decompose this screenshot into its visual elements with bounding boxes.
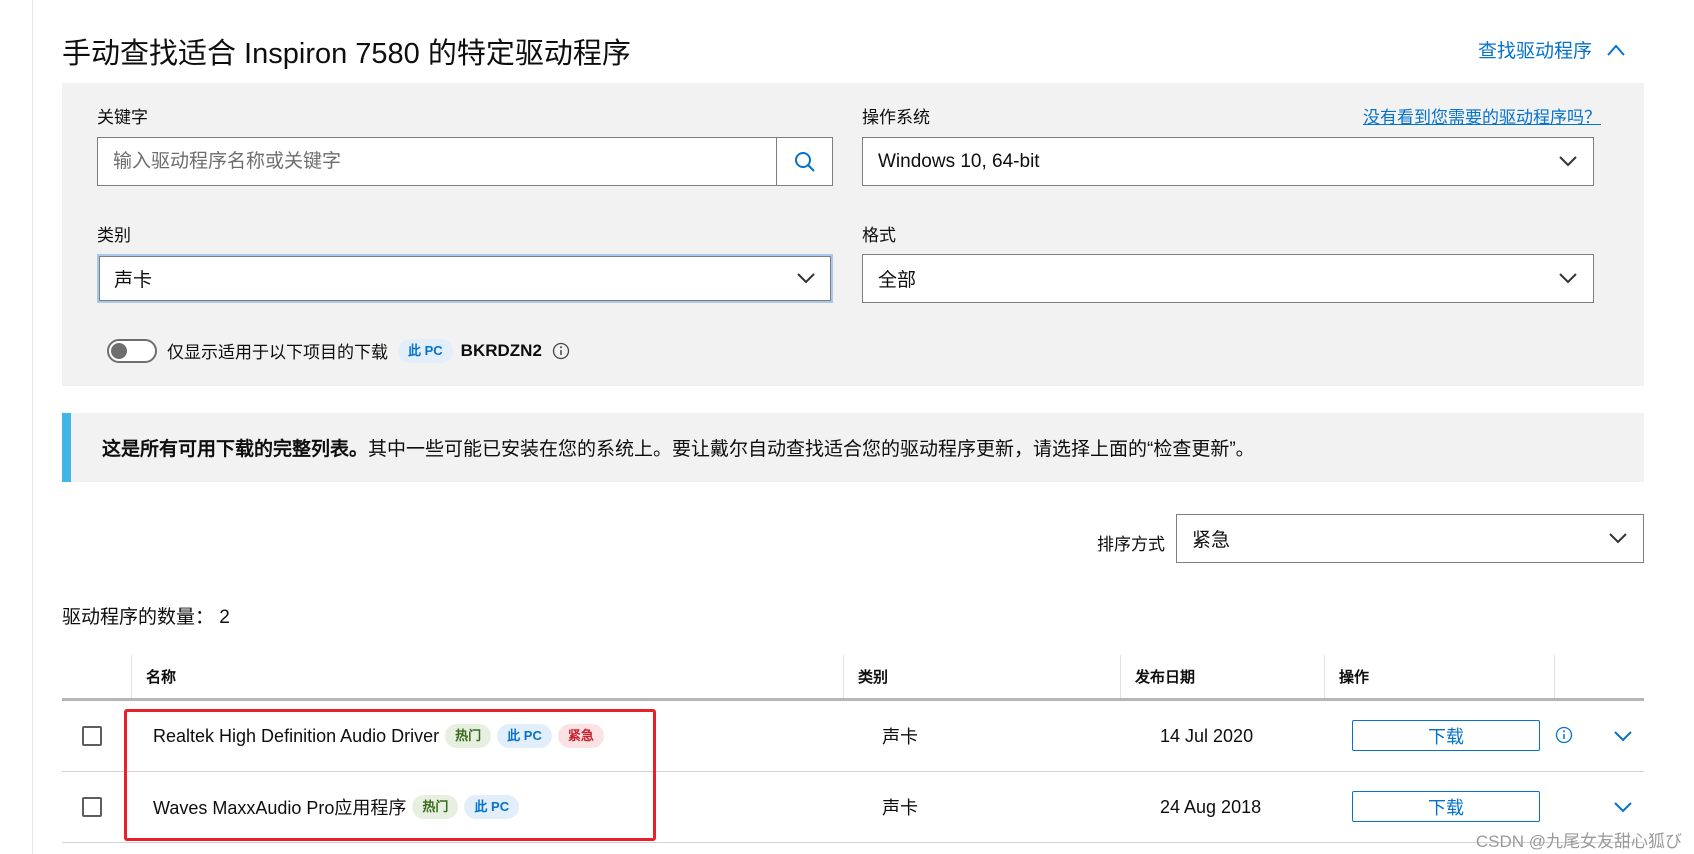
sort-select-value: 紧急 (1192, 530, 1231, 551)
red-highlight-annotation (124, 709, 656, 841)
driver-release-date: 24 Aug 2018 (1160, 796, 1262, 817)
sort-label: 排序方式 (1097, 535, 1165, 554)
table-header: 名称 类别 发布日期 操作 (62, 655, 1644, 701)
expand-row-chevron-icon[interactable] (1614, 731, 1632, 742)
column-header-release-date[interactable]: 发布日期 (1120, 655, 1324, 698)
sort-select[interactable]: 紧急 (1176, 514, 1644, 563)
page-left-border (32, 0, 33, 854)
toggle-label: 仅显示适用于以下项目的下载 (167, 343, 388, 362)
category-select-value: 声卡 (114, 270, 153, 291)
search-button[interactable] (776, 138, 832, 185)
driver-count: 驱动程序的数量： 2 (62, 607, 230, 628)
missing-driver-help-link[interactable]: 没有看到您需要的驱动程序吗？ (1363, 103, 1601, 128)
service-tag: BKRDZN2 (460, 340, 542, 360)
driver-release-date: 14 Jul 2020 (1160, 725, 1254, 746)
chevron-down-icon (1559, 273, 1577, 284)
row-checkbox[interactable] (82, 797, 102, 817)
driver-category: 声卡 (882, 798, 918, 818)
os-select-value: Windows 10, 64-bit (878, 150, 1040, 172)
download-button[interactable]: 下载 (1352, 720, 1540, 751)
column-header-action: 操作 (1324, 655, 1554, 698)
format-select[interactable]: 全部 (862, 254, 1594, 303)
expand-row-chevron-icon[interactable] (1614, 802, 1632, 813)
format-select-value: 全部 (878, 270, 917, 291)
os-select[interactable]: Windows 10, 64-bit (862, 137, 1594, 186)
download-button[interactable]: 下载 (1352, 791, 1540, 822)
chevron-down-icon (797, 273, 815, 284)
keyword-label: 关键字 (97, 108, 148, 127)
page-title: 手动查找适合 Inspiron 7580 的特定驱动程序 (62, 38, 631, 70)
driver-category: 声卡 (882, 727, 918, 747)
os-label: 操作系统 (862, 108, 930, 127)
category-select[interactable]: 声卡 (97, 254, 833, 303)
watermark: CSDN @九尾女友甜心狐び (1475, 832, 1682, 851)
category-label: 类别 (97, 226, 131, 245)
find-drivers-toggle-link[interactable]: 查找驱动程序 (1478, 36, 1626, 63)
format-label: 格式 (862, 226, 896, 245)
this-pc-only-toggle[interactable] (107, 338, 157, 363)
column-header-expand (1554, 655, 1644, 698)
chevron-up-icon (1607, 43, 1625, 56)
this-pc-filter-row: 仅显示适用于以下项目的下载 此 PC BKRDZN2 (107, 338, 570, 363)
notice-bold-text: 这是所有可用下载的完整列表。 (102, 439, 369, 460)
info-icon[interactable] (552, 342, 570, 360)
column-header-name[interactable]: 名称 (131, 655, 843, 698)
this-pc-badge: 此 PC (398, 338, 453, 363)
info-notice-banner: 这是所有可用下载的完整列表。 其中一些可能已安装在您的系统上。要让戴尔自动查找适… (62, 413, 1644, 482)
search-icon (794, 151, 815, 172)
chevron-down-icon (1559, 156, 1577, 167)
row-checkbox[interactable] (82, 726, 102, 746)
column-header-category[interactable]: 类别 (843, 655, 1120, 698)
keyword-search-box (97, 137, 833, 186)
find-drivers-link-label: 查找驱动程序 (1478, 41, 1593, 62)
keyword-search-input[interactable] (98, 138, 776, 185)
notice-text: 其中一些可能已安装在您的系统上。要让戴尔自动查找适合您的驱动程序更新，请选择上面… (368, 439, 1255, 460)
toggle-knob (111, 342, 127, 359)
chevron-down-icon (1609, 533, 1627, 544)
info-icon[interactable] (1555, 726, 1573, 744)
